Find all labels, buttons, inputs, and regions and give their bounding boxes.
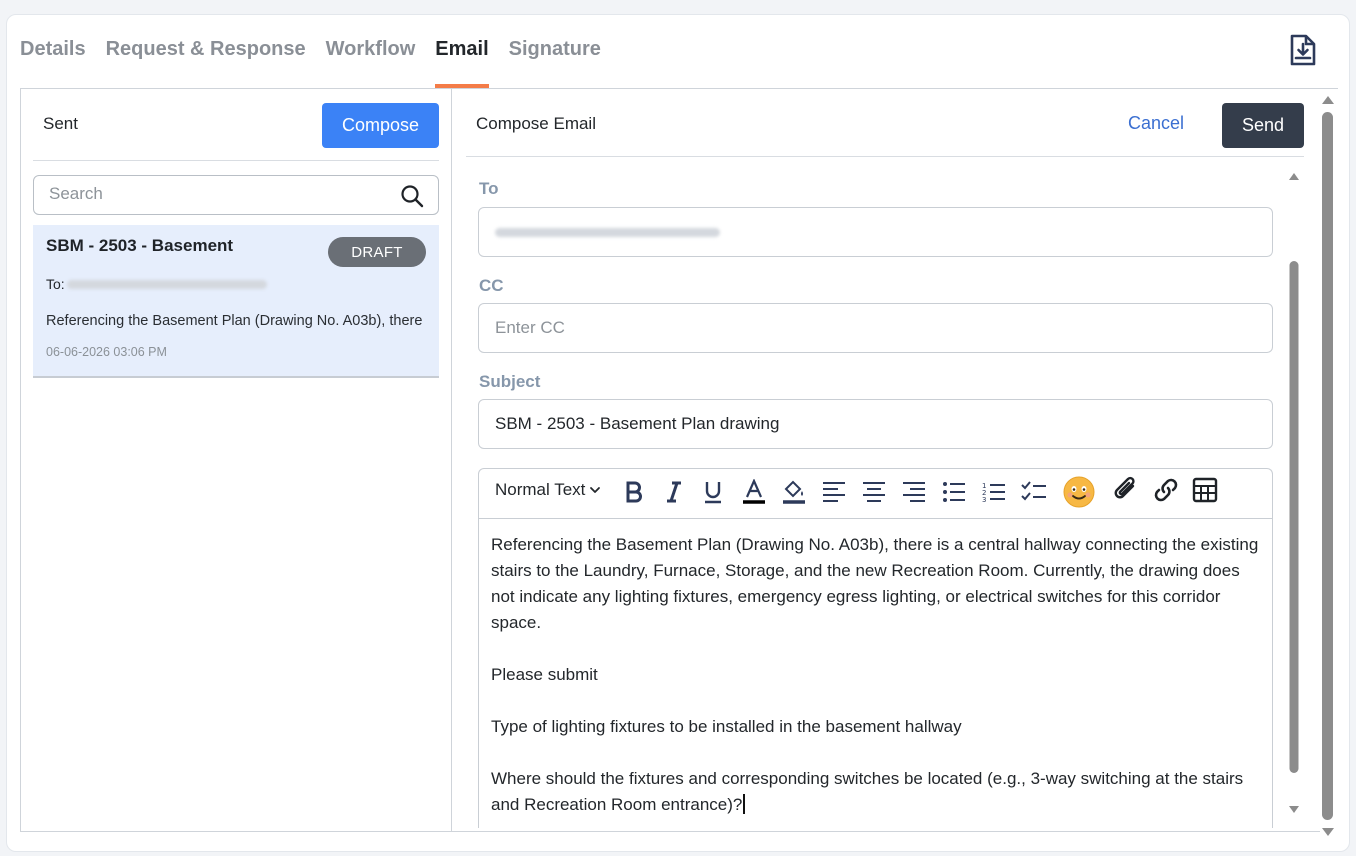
- cc-field[interactable]: Enter CC: [478, 303, 1273, 353]
- tab-request-response[interactable]: Request & Response: [106, 36, 306, 88]
- search-box: [33, 175, 439, 215]
- sent-separator: [33, 160, 439, 161]
- bold-icon[interactable]: [622, 477, 646, 507]
- table-icon[interactable]: [1191, 475, 1219, 505]
- text-style-dropdown[interactable]: Normal Text: [495, 475, 602, 505]
- text-color-icon[interactable]: [741, 477, 767, 507]
- cc-label: CC: [479, 276, 504, 295]
- redacted-email: [495, 227, 720, 237]
- send-button[interactable]: Send: [1222, 103, 1304, 148]
- text-caret: [743, 794, 746, 814]
- body-paragraph: Where should the fixtures and correspond…: [491, 766, 1260, 818]
- list-item[interactable]: SBM - 2503 - Basement DRAFT To: Referenc…: [33, 225, 439, 378]
- highlight-icon[interactable]: [781, 477, 807, 507]
- tab-details[interactable]: Details: [20, 36, 86, 88]
- align-right-icon[interactable]: [901, 477, 927, 507]
- body-paragraph-text: Where should the fixtures and correspond…: [491, 769, 1244, 814]
- subject-label: Subject: [479, 372, 541, 391]
- search-icon[interactable]: [400, 184, 424, 208]
- subject-field[interactable]: SBM - 2503 - Basement Plan drawing: [478, 399, 1273, 449]
- rich-text-editor: Normal Text 123 Referencing the Basement…: [478, 468, 1273, 828]
- redacted-email: [66, 279, 267, 289]
- mail-recipient: To:: [46, 276, 267, 292]
- search-input[interactable]: [49, 176, 389, 212]
- tab-signature[interactable]: Signature: [509, 36, 601, 88]
- text-style-label: Normal Text: [495, 480, 586, 499]
- to-field[interactable]: [478, 207, 1273, 257]
- underline-icon[interactable]: [701, 477, 725, 507]
- mail-date: 06-06-2026 03:06 PM: [46, 345, 167, 359]
- panel-divider: [451, 89, 452, 832]
- mail-subject: SBM - 2503 - Basement: [46, 236, 234, 255]
- numbered-list-icon[interactable]: 123: [981, 477, 1007, 507]
- italic-icon[interactable]: [662, 477, 686, 507]
- body-paragraph: Please submit: [491, 665, 598, 684]
- download-file-icon[interactable]: [1284, 32, 1320, 68]
- compose-title: Compose Email: [476, 114, 596, 133]
- mail-preview: Referencing the Basement Plan (Drawing N…: [46, 313, 423, 329]
- tab-email[interactable]: Email: [435, 36, 490, 88]
- body-paragraph: Type of lighting fixtures to be installe…: [491, 717, 962, 736]
- compose-scrollbar[interactable]: [1286, 165, 1302, 825]
- sent-heading: Sent: [43, 114, 78, 133]
- svg-text:3: 3: [982, 496, 986, 503]
- editor-toolbar: Normal Text 123: [479, 469, 1272, 519]
- tab-bar: Details Request & Response Workflow Emai…: [20, 36, 621, 88]
- status-badge: DRAFT: [328, 237, 426, 267]
- bullet-list-icon[interactable]: [941, 477, 967, 507]
- chevron-down-icon: [590, 487, 601, 493]
- mail-to-label: To:: [46, 276, 65, 292]
- compose-separator: [466, 156, 1304, 157]
- compose-button[interactable]: Compose: [322, 103, 439, 148]
- body-paragraph: Referencing the Basement Plan (Drawing N…: [491, 535, 1259, 632]
- attachment-icon[interactable]: [1112, 475, 1140, 505]
- emoji-icon[interactable]: [1063, 475, 1095, 509]
- checklist-icon[interactable]: [1021, 477, 1047, 507]
- align-center-icon[interactable]: [861, 477, 887, 507]
- email-body[interactable]: Referencing the Basement Plan (Drawing N…: [479, 519, 1272, 818]
- page-scrollbar[interactable]: [1320, 92, 1336, 842]
- align-left-icon[interactable]: [821, 477, 847, 507]
- to-label: To: [479, 179, 499, 198]
- cancel-button[interactable]: Cancel: [1128, 113, 1184, 134]
- link-icon[interactable]: [1151, 475, 1181, 505]
- tab-workflow[interactable]: Workflow: [326, 36, 416, 88]
